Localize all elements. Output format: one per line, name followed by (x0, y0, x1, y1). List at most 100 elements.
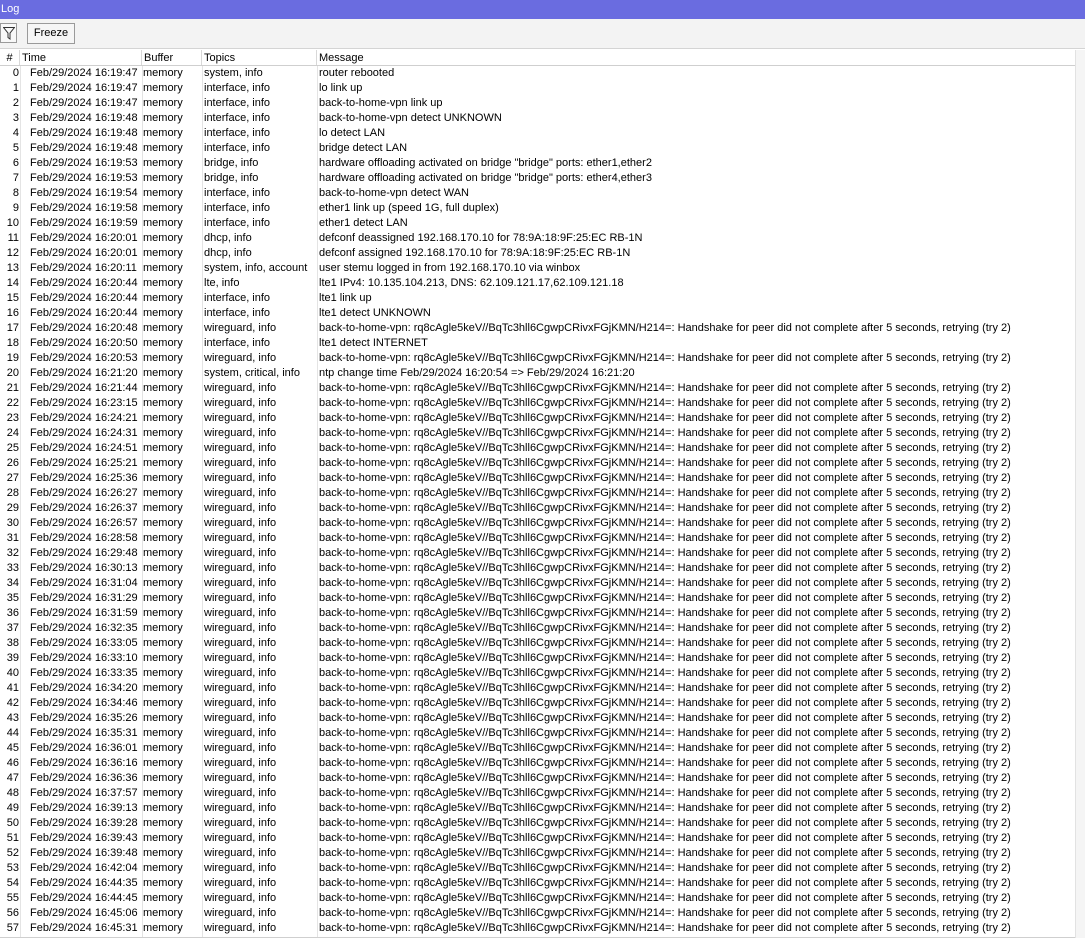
table-row[interactable]: 31 Feb/29/2024 16:28:58 memory wireguard, i… (0, 531, 1075, 546)
row-time: Feb/29/2024 16:24:21 (30, 412, 138, 424)
table-row[interactable]: 15 Feb/29/2024 16:20:44 memory interface, i… (0, 291, 1075, 306)
table-row[interactable]: 18 Feb/29/2024 16:20:50 memory interface, i… (0, 336, 1075, 351)
table-row[interactable]: 4 Feb/29/2024 16:19:48 memory interface, in… (0, 126, 1075, 141)
table-row[interactable]: 3 Feb/29/2024 16:19:48 memory interface, in… (0, 111, 1075, 126)
table-row[interactable]: 20 Feb/29/2024 16:21:20 memory system, crit… (0, 366, 1075, 381)
row-topics: interface, info (204, 82, 271, 94)
table-row[interactable]: 53 Feb/29/2024 16:42:04 memory wireguard, i… (0, 861, 1075, 876)
table-row[interactable]: 28 Feb/29/2024 16:26:27 memory wireguard, i… (0, 486, 1075, 501)
table-row[interactable]: 45 Feb/29/2024 16:36:01 memory wireguard, i… (0, 741, 1075, 756)
column-header-num[interactable]: # (0, 50, 20, 65)
row-topics: interface, info (204, 127, 271, 139)
row-message: back-to-home-vpn: rq8cAgle5keV//BqTc3hll… (319, 682, 1011, 694)
row-number: 19 (6, 352, 19, 364)
row-buffer: memory (143, 472, 183, 484)
table-row[interactable]: 29 Feb/29/2024 16:26:37 memory wireguard, i… (0, 501, 1075, 516)
table-row[interactable]: 12 Feb/29/2024 16:20:01 memory dhcp, info de… (0, 246, 1075, 261)
table-row[interactable]: 38 Feb/29/2024 16:33:05 memory wireguard, i… (0, 636, 1075, 651)
table-row[interactable]: 41 Feb/29/2024 16:34:20 memory wireguard, i… (0, 681, 1075, 696)
table-row[interactable]: 22 Feb/29/2024 16:23:15 memory wireguard, i… (0, 396, 1075, 411)
table-row[interactable]: 47 Feb/29/2024 16:36:36 memory wireguard, i… (0, 771, 1075, 786)
table-row[interactable]: 10 Feb/29/2024 16:19:59 memory interface, i… (0, 216, 1075, 231)
table-row[interactable]: 56 Feb/29/2024 16:45:06 memory wireguard, i… (0, 906, 1075, 921)
table-row[interactable]: 1 Feb/29/2024 16:19:47 memory interface, in… (0, 81, 1075, 96)
table-row[interactable]: 8 Feb/29/2024 16:19:54 memory interface, in… (0, 186, 1075, 201)
row-time: Feb/29/2024 16:42:04 (30, 862, 138, 874)
table-row[interactable]: 54 Feb/29/2024 16:44:35 memory wireguard, i… (0, 876, 1075, 891)
vertical-scrollbar[interactable] (1075, 50, 1085, 938)
table-row[interactable]: 13 Feb/29/2024 16:20:11 memory system, info… (0, 261, 1075, 276)
table-row[interactable]: 2 Feb/29/2024 16:19:47 memory interface, in… (0, 96, 1075, 111)
row-buffer: memory (143, 427, 183, 439)
row-message: back-to-home-vpn: rq8cAgle5keV//BqTc3hll… (319, 847, 1011, 859)
row-buffer: memory (143, 637, 183, 649)
table-row[interactable]: 49 Feb/29/2024 16:39:13 memory wireguard, i… (0, 801, 1075, 816)
row-topics: system, info, account (204, 262, 308, 274)
table-row[interactable]: 46 Feb/29/2024 16:36:16 memory wireguard, i… (0, 756, 1075, 771)
row-buffer: memory (143, 277, 183, 289)
column-header-topics[interactable]: Topics (202, 50, 317, 65)
row-message: ntp change time Feb/29/2024 16:20:54 => … (319, 367, 635, 379)
filter-button[interactable] (0, 23, 17, 43)
table-row[interactable]: 26 Feb/29/2024 16:25:21 memory wireguard, i… (0, 456, 1075, 471)
table-row[interactable]: 32 Feb/29/2024 16:29:48 memory wireguard, i… (0, 546, 1075, 561)
table-row[interactable]: 25 Feb/29/2024 16:24:51 memory wireguard, i… (0, 441, 1075, 456)
row-topics: wireguard, info (204, 457, 277, 469)
table-row[interactable]: 5 Feb/29/2024 16:19:48 memory interface, in… (0, 141, 1075, 156)
column-header-time[interactable]: Time (20, 50, 142, 65)
table-row[interactable]: 34 Feb/29/2024 16:31:04 memory wireguard, i… (0, 576, 1075, 591)
row-topics: wireguard, info (204, 877, 277, 889)
table-row[interactable]: 17 Feb/29/2024 16:20:48 memory wireguard, i… (0, 321, 1075, 336)
row-buffer: memory (143, 217, 183, 229)
row-time: Feb/29/2024 16:36:01 (30, 742, 138, 754)
row-buffer: memory (143, 547, 183, 559)
row-time: Feb/29/2024 16:19:53 (30, 172, 138, 184)
row-buffer: memory (143, 742, 183, 754)
table-row[interactable]: 24 Feb/29/2024 16:24:31 memory wireguard, i… (0, 426, 1075, 441)
table-row[interactable]: 52 Feb/29/2024 16:39:48 memory wireguard, i… (0, 846, 1075, 861)
table-row[interactable]: 57 Feb/29/2024 16:45:31 memory wireguard, i… (0, 921, 1075, 936)
row-time: Feb/29/2024 16:25:21 (30, 457, 138, 469)
table-row[interactable]: 42 Feb/29/2024 16:34:46 memory wireguard, i… (0, 696, 1075, 711)
table-row[interactable]: 11 Feb/29/2024 16:20:01 memory dhcp, info de… (0, 231, 1075, 246)
table-row[interactable]: 40 Feb/29/2024 16:33:35 memory wireguard, i… (0, 666, 1075, 681)
table-row[interactable]: 16 Feb/29/2024 16:20:44 memory interface, i… (0, 306, 1075, 321)
row-buffer: memory (143, 487, 183, 499)
row-topics: wireguard, info (204, 787, 277, 799)
row-message: back-to-home-vpn: rq8cAgle5keV//BqTc3hll… (319, 382, 1011, 394)
table-row[interactable]: 14 Feb/29/2024 16:20:44 memory lte, info lte… (0, 276, 1075, 291)
table-row[interactable]: 36 Feb/29/2024 16:31:59 memory wireguard, i… (0, 606, 1075, 621)
table-row[interactable]: 44 Feb/29/2024 16:35:31 memory wireguard, i… (0, 726, 1075, 741)
table-row[interactable]: 27 Feb/29/2024 16:25:36 memory wireguard, i… (0, 471, 1075, 486)
table-row[interactable]: 19 Feb/29/2024 16:20:53 memory wireguard, i… (0, 351, 1075, 366)
table-row[interactable]: 6 Feb/29/2024 16:19:53 memory bridge, info h… (0, 156, 1075, 171)
row-number: 29 (6, 502, 19, 514)
table-row[interactable]: 7 Feb/29/2024 16:19:53 memory bridge, info h… (0, 171, 1075, 186)
table-row[interactable]: 55 Feb/29/2024 16:44:45 memory wireguard, i… (0, 891, 1075, 906)
table-row[interactable]: 39 Feb/29/2024 16:33:10 memory wireguard, i… (0, 651, 1075, 666)
table-row[interactable]: 33 Feb/29/2024 16:30:13 memory wireguard, i… (0, 561, 1075, 576)
table-row[interactable]: 9 Feb/29/2024 16:19:58 memory interface, in… (0, 201, 1075, 216)
row-buffer: memory (143, 667, 183, 679)
table-row[interactable]: 50 Feb/29/2024 16:39:28 memory wireguard, i… (0, 816, 1075, 831)
row-message: back-to-home-vpn: rq8cAgle5keV//BqTc3hll… (319, 727, 1011, 739)
freeze-button[interactable]: Freeze (27, 23, 75, 44)
row-topics: interface, info (204, 142, 271, 154)
table-row[interactable]: 30 Feb/29/2024 16:26:57 memory wireguard, i… (0, 516, 1075, 531)
table-row[interactable]: 0 Feb/29/2024 16:19:47 memory system, info r… (0, 66, 1075, 81)
table-row[interactable]: 23 Feb/29/2024 16:24:21 memory wireguard, i… (0, 411, 1075, 426)
row-message: back-to-home-vpn: rq8cAgle5keV//BqTc3hll… (319, 757, 1011, 769)
table-row[interactable]: 48 Feb/29/2024 16:37:57 memory wireguard, i… (0, 786, 1075, 801)
column-header-buffer[interactable]: Buffer (142, 50, 202, 65)
row-time: Feb/29/2024 16:23:15 (30, 397, 138, 409)
row-topics: interface, info (204, 112, 271, 124)
table-row[interactable]: 21 Feb/29/2024 16:21:44 memory wireguard, i… (0, 381, 1075, 396)
table-row[interactable]: 43 Feb/29/2024 16:35:26 memory wireguard, i… (0, 711, 1075, 726)
table-row[interactable]: 37 Feb/29/2024 16:32:35 memory wireguard, i… (0, 621, 1075, 636)
table-row[interactable]: 35 Feb/29/2024 16:31:29 memory wireguard, i… (0, 591, 1075, 606)
row-buffer: memory (143, 307, 183, 319)
table-row[interactable]: 51 Feb/29/2024 16:39:43 memory wireguard, i… (0, 831, 1075, 846)
row-time: Feb/29/2024 16:21:20 (30, 367, 138, 379)
column-header-message[interactable]: Message (317, 50, 1075, 65)
row-number: 15 (6, 292, 19, 304)
